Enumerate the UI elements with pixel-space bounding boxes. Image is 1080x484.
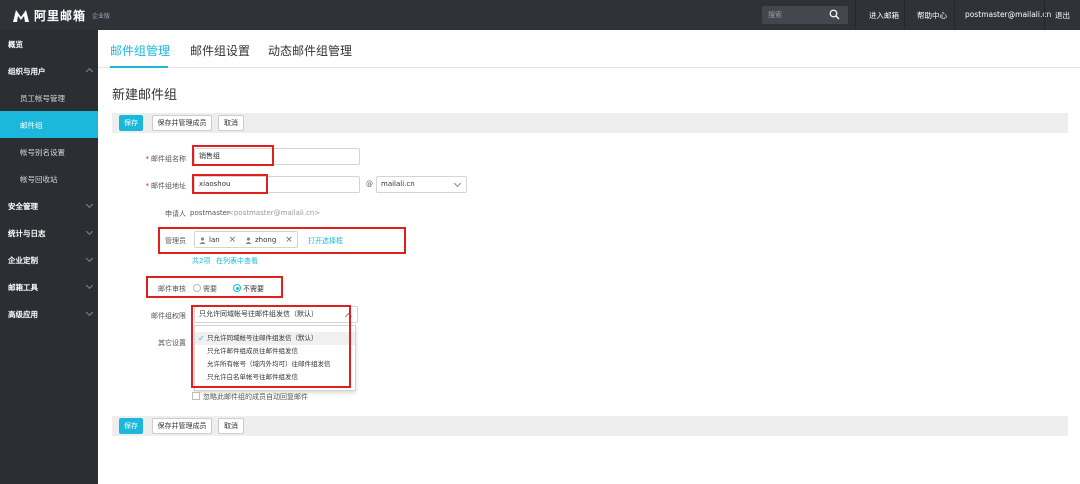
top-bar: 阿里邮箱 企业版 搜索 进入邮箱 帮助中心 postmaster@mailali… (0, 0, 1080, 30)
required-marker: * (145, 155, 150, 163)
chevron-down-icon (85, 308, 94, 317)
sidebar-item-label: 高级应用 (8, 310, 38, 319)
applicant-email: <postmaster@mailali.cn> (228, 209, 321, 217)
logo-icon (13, 9, 29, 22)
divider (904, 0, 905, 30)
sidebar-item-mail-groups[interactable]: 邮件组 (0, 111, 98, 138)
sidebar-item-label: 帐号回收站 (20, 175, 58, 184)
save-button[interactable]: 保存 (119, 115, 143, 131)
highlight-box (192, 174, 268, 194)
help-center-link[interactable]: 帮助中心 (917, 10, 947, 21)
sidebar-item-label: 组织与用户 (8, 67, 46, 76)
search-input[interactable]: 搜索 (762, 6, 848, 24)
domain-select[interactable]: mailali.cn (376, 176, 467, 193)
sidebar-item-label: 员工帐号管理 (20, 94, 65, 103)
required-marker: * (145, 182, 150, 190)
sidebar-item-account-alias[interactable]: 帐号别名设置 (0, 138, 98, 165)
group-address-label: * 邮件组地址 (145, 182, 187, 190)
chevron-down-icon (85, 281, 94, 290)
edition-label: 企业版 (92, 13, 111, 20)
sidebar-item-recycle-bin[interactable]: 帐号回收站 (0, 165, 98, 192)
sidebar-item-advanced[interactable]: 高级应用 (0, 300, 98, 327)
applicant-label: 申请人 (165, 210, 186, 218)
save-and-manage-button[interactable]: 保存并管理成员 (152, 115, 212, 131)
highlight-box (158, 227, 406, 254)
sidebar-item-mail-tools[interactable]: 邮箱工具 (0, 273, 98, 300)
chevron-down-icon (85, 254, 94, 263)
tab-mail-group-settings[interactable]: 邮件组设置 (190, 42, 250, 59)
sidebar-item-overview[interactable]: 概览 (0, 30, 98, 57)
sidebar-item-stats-logs[interactable]: 统计与日志 (0, 219, 98, 246)
tab-dynamic-mail-groups[interactable]: 动态邮件组管理 (268, 42, 352, 59)
save-button[interactable]: 保存 (119, 418, 143, 434)
chevron-down-icon (85, 200, 94, 209)
toolbar-bottom: 保存 保存并管理成员 取消 (112, 416, 1068, 436)
sidebar-item-label: 统计与日志 (8, 229, 46, 238)
sidebar-item-label: 邮件组 (20, 121, 43, 130)
sidebar-item-label: 帐号别名设置 (20, 148, 65, 157)
cancel-button[interactable]: 取消 (218, 115, 244, 131)
divider (855, 0, 856, 30)
sidebar-item-org-users[interactable]: 组织与用户 (0, 57, 98, 84)
ignore-autoreply-checkbox[interactable] (192, 392, 200, 400)
search-placeholder: 搜索 (768, 11, 782, 19)
sidebar: 概览 组织与用户 员工帐号管理 邮件组 帐号别名设置 帐号回收站 安全管理 统计… (0, 30, 98, 484)
at-symbol: @ (366, 180, 373, 188)
sidebar-item-security[interactable]: 安全管理 (0, 192, 98, 219)
divider (954, 0, 955, 30)
cancel-button[interactable]: 取消 (218, 418, 244, 434)
sidebar-item-label: 邮箱工具 (8, 283, 38, 292)
ignore-autoreply-label: 忽略此邮件组的成员自动回复邮件 (203, 393, 308, 401)
divider (1044, 0, 1045, 30)
sidebar-item-customization[interactable]: 企业定制 (0, 246, 98, 273)
sidebar-item-employee-accounts[interactable]: 员工帐号管理 (0, 84, 98, 111)
sidebar-item-label: 企业定制 (8, 256, 38, 265)
chevron-up-icon (85, 67, 94, 76)
group-name-label: * 邮件组名称 (145, 155, 187, 163)
tab-bar: 邮件组管理 邮件组设置 动态邮件组管理 (98, 30, 1080, 68)
tab-mail-group-management[interactable]: 邮件组管理 (110, 42, 170, 59)
chevron-down-icon (453, 179, 462, 188)
logo-text: 阿里邮箱 (34, 9, 87, 23)
search-icon[interactable] (829, 9, 840, 20)
toolbar-top: 保存 保存并管理成员 取消 (112, 113, 1068, 133)
permission-label: 邮件组权限 (151, 312, 186, 320)
sidebar-item-label: 概览 (8, 40, 23, 49)
active-tab-indicator (110, 66, 168, 68)
page-title: 新建邮件组 (112, 88, 178, 103)
account-link[interactable]: postmaster@mailali.cn (965, 10, 1051, 19)
other-settings-label: 其它设置 (158, 339, 186, 347)
view-in-list-link[interactable]: 在列表中查看 (216, 256, 258, 266)
applicant-value: postmaster (190, 209, 230, 217)
admin-count: 共2项 (192, 257, 211, 265)
highlight-box (191, 305, 351, 388)
highlight-box (146, 276, 283, 298)
logout-link[interactable]: 退出 (1055, 10, 1070, 21)
logo[interactable]: 阿里邮箱 企业版 (12, 7, 110, 24)
chevron-down-icon (85, 227, 94, 236)
highlight-box (192, 145, 274, 166)
domain-value: mailali.cn (381, 180, 415, 188)
save-and-manage-button[interactable]: 保存并管理成员 (152, 418, 212, 434)
enter-mail-link[interactable]: 进入邮箱 (869, 10, 899, 21)
sidebar-item-label: 安全管理 (8, 202, 38, 211)
